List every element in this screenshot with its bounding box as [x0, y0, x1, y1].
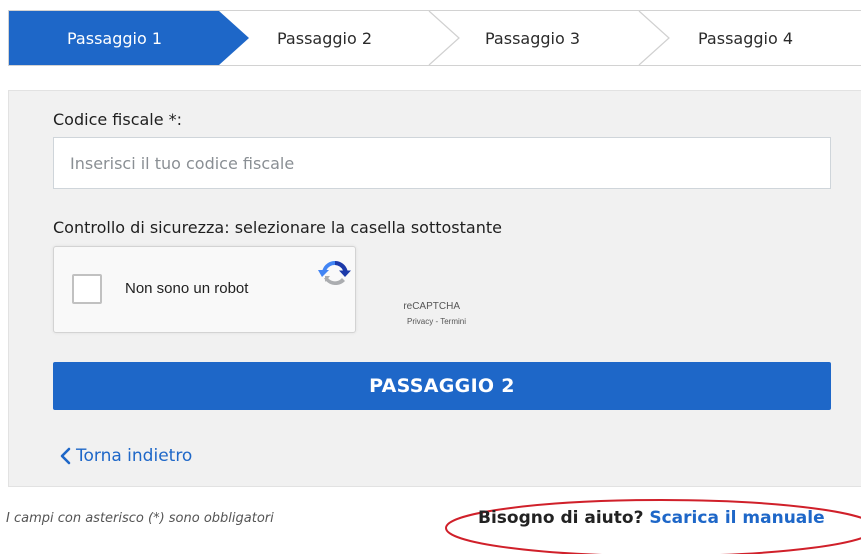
required-fields-note: I campi con asterisco (*) sono obbligato… — [6, 511, 274, 526]
security-check-label: Controllo di sicurezza: selezionare la c… — [53, 218, 502, 237]
help-section: Bisogno di aiuto? Scarica il manuale — [478, 508, 825, 528]
step-3: Passaggio 3 — [461, 11, 661, 65]
step-2-label: Passaggio 2 — [277, 28, 373, 48]
back-link[interactable]: Torna indietro — [58, 446, 192, 466]
codice-fiscale-input[interactable] — [53, 137, 831, 189]
step-4-label: Passaggio 4 — [698, 28, 794, 48]
step-arrow-icon — [638, 11, 670, 65]
recaptcha-text: Non sono un robot — [125, 280, 249, 297]
step-1-label: Passaggio 1 — [67, 28, 163, 48]
chevron-left-icon — [60, 447, 71, 465]
recaptcha-icon — [318, 260, 351, 286]
recaptcha-privacy-links[interactable]: Privacy - Termini — [54, 317, 466, 326]
next-step-button[interactable]: PASSAGGIO 2 — [53, 362, 831, 410]
recaptcha-brand: reCAPTCHA — [403, 301, 460, 312]
download-manual-link[interactable]: Scarica il manuale — [649, 508, 824, 528]
step-2: Passaggio 2 — [249, 11, 449, 65]
help-text: Bisogno di aiuto? — [478, 508, 644, 528]
codice-fiscale-label: Codice fiscale *: — [53, 110, 183, 129]
step-1: Passaggio 1 — [9, 11, 219, 65]
step-4: Passaggio 4 — [673, 11, 861, 65]
recaptcha-checkbox[interactable] — [72, 274, 102, 304]
step-3-label: Passaggio 3 — [485, 28, 581, 48]
recaptcha-widget: Non sono un robot reCAPTCHA Privacy - Te… — [53, 246, 466, 333]
progress-stepper: Passaggio 1 Passaggio 2 Passaggio 3 Pass… — [8, 10, 861, 66]
back-link-label: Torna indietro — [76, 446, 193, 466]
